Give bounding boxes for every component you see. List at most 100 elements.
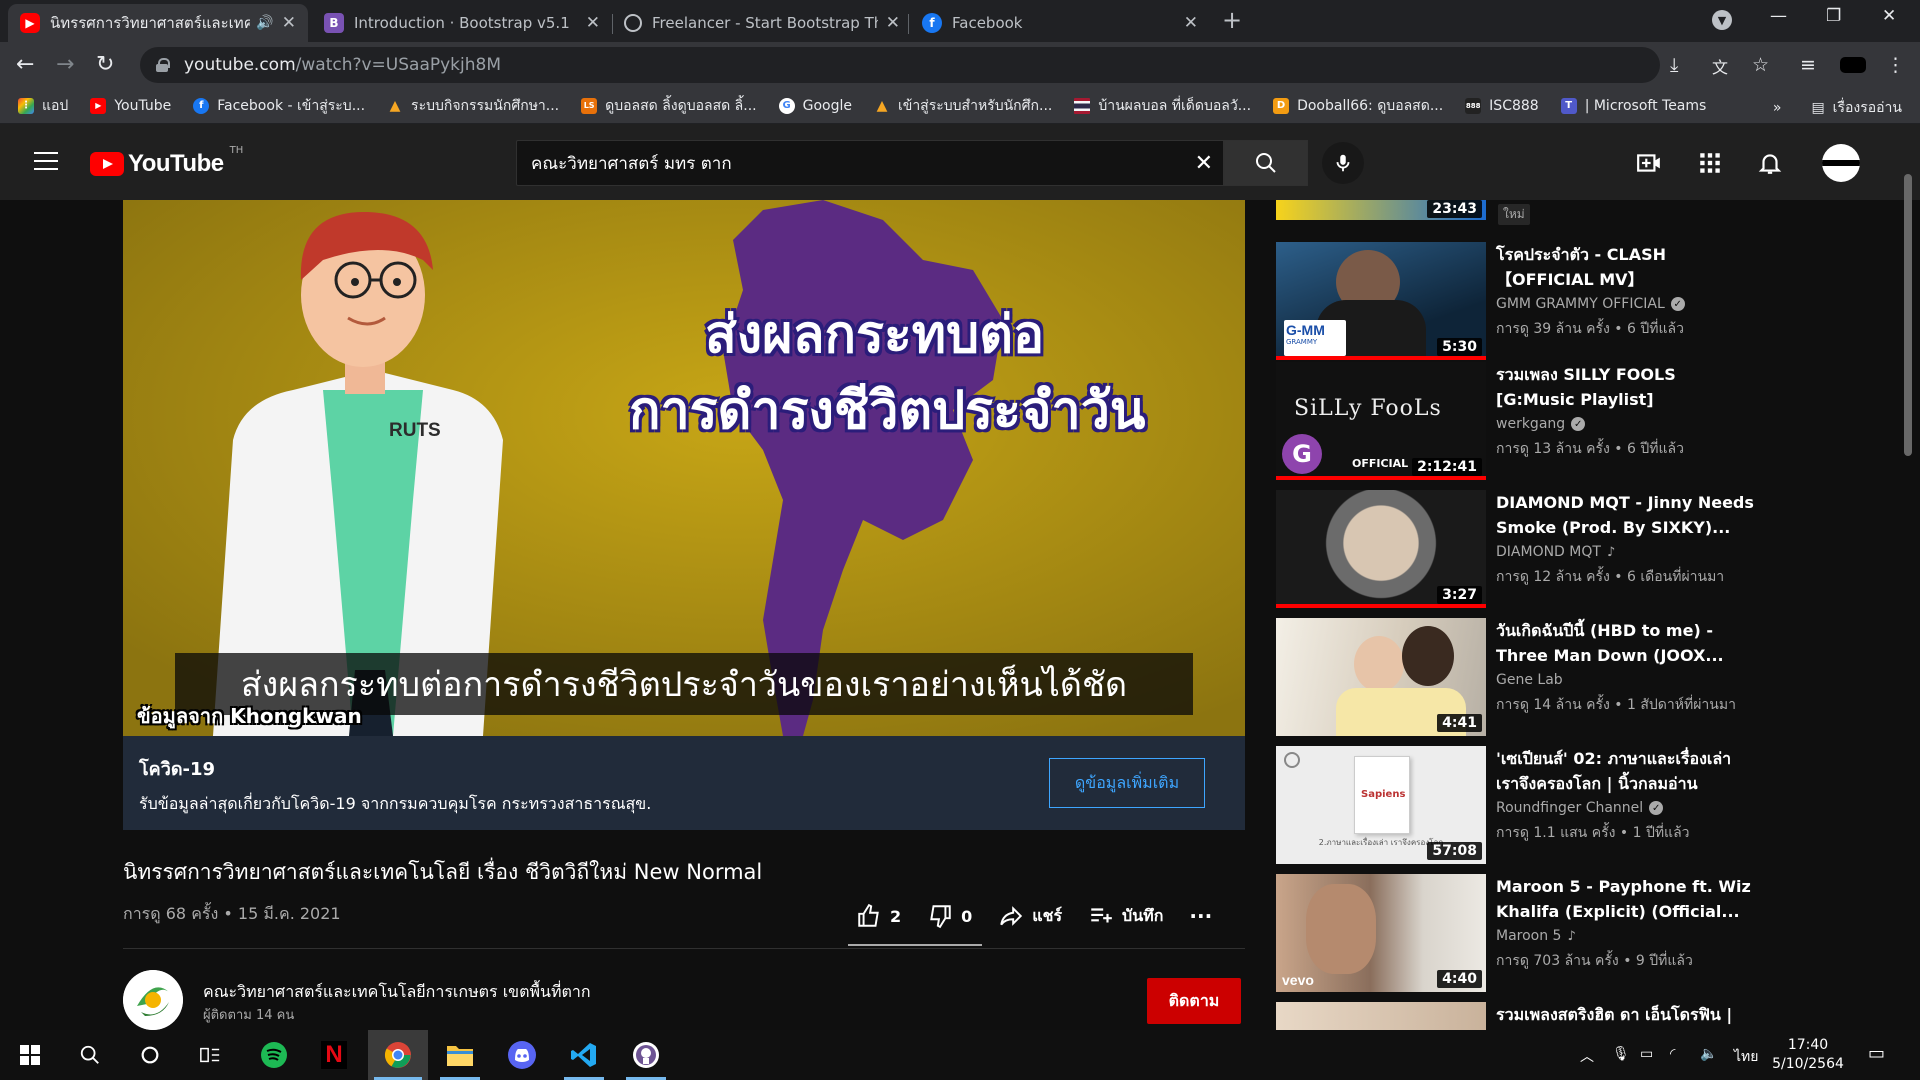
recommendation-item[interactable]: 4:41 วันเกิดฉันปีนี้ (HBD to me) - Three… — [1276, 618, 1756, 736]
clear-search-icon[interactable]: ✕ — [1195, 151, 1213, 176]
recommendation-partial-top[interactable]: 23:43 ใหม่ — [1276, 124, 1756, 225]
coat-logo: RUTS — [389, 420, 441, 441]
cortana-icon[interactable] — [124, 1030, 176, 1080]
bookmark-football-results[interactable]: บ้านผลบอล ที่เด็ดบอลวั... — [1074, 95, 1251, 117]
browser-tab-facebook[interactable]: f Facebook ✕ — [910, 4, 1210, 42]
translate-icon[interactable]: 文 — [1712, 54, 1728, 78]
show-hidden-icons-icon[interactable]: ︿ — [1580, 1046, 1594, 1066]
dislike-button[interactable]: 0 — [927, 903, 972, 929]
thai-flag-icon — [1074, 97, 1091, 114]
more-bookmarks-icon[interactable]: » — [1773, 100, 1782, 116]
github-desktop-icon[interactable] — [620, 1030, 672, 1080]
youtube-logo[interactable]: YouTube TH — [90, 145, 243, 178]
video-thumbnail: Sapiens 2.ภาษาและเรื่องเล่า เราจึงครองโล… — [1276, 746, 1486, 864]
close-tab-icon[interactable]: ✕ — [586, 13, 600, 33]
forward-arrow-icon[interactable]: → — [56, 52, 74, 77]
video-player[interactable]: RUTS ส่งผลกระทบต่อ การดำรงชีวิตประจำวัน … — [123, 200, 1245, 736]
volume-icon[interactable]: 🔈 — [1700, 1046, 1717, 1062]
verified-check-icon: ✓ — [1649, 801, 1664, 815]
audio-playing-icon[interactable]: 🔊 — [256, 15, 273, 31]
browser-tab-freelancer[interactable]: Freelancer - Start Bootstrap Theme ✕ — [612, 4, 912, 42]
bootstrap-favicon-icon: B — [324, 13, 344, 33]
profile-pill[interactable] — [1840, 57, 1866, 73]
bookmark-isc888[interactable]: 888 ISC888 — [1465, 97, 1539, 114]
install-app-icon[interactable]: ⤓ — [1670, 54, 1678, 76]
music-note-icon: ♪ — [1606, 544, 1616, 560]
input-language[interactable]: ไทย — [1734, 1046, 1758, 1068]
video-thumbnail: vevo 4:40 — [1276, 874, 1486, 992]
close-tab-icon[interactable]: ✕ — [886, 13, 900, 33]
share-button[interactable]: แชร์ — [998, 903, 1062, 929]
recommendation-title: DIAMOND MQT - Jinny Needs Smoke (Prod. B… — [1496, 493, 1754, 537]
bookmark-facebook[interactable]: f Facebook - เข้าสู่ระบ... — [193, 95, 365, 117]
spotify-icon[interactable] — [248, 1030, 300, 1080]
recommendation-views: การดู 14 ล้าน ครั้ง • 1 สัปดาห์ที่ผ่านมา — [1496, 697, 1736, 713]
recommendation-item[interactable]: 3:27 DIAMOND MQT - Jinny Needs Smoke (Pr… — [1276, 490, 1756, 608]
learn-more-button[interactable]: ดูข้อมูลเพิ่มเติม — [1049, 758, 1205, 808]
notifications-bell-icon[interactable] — [1757, 150, 1783, 176]
discord-icon[interactable] — [496, 1030, 548, 1080]
recommendation-item-partial[interactable]: รวมเพลงสตริงฮิต ดา เอ็นโดรฟิน | — [1276, 1002, 1756, 1030]
search-icon[interactable] — [64, 1030, 116, 1080]
search-input[interactable]: คณะวิทยาศาสตร์ มทร ตาก ✕ — [516, 140, 1224, 186]
browser-tab-youtube[interactable]: ▶ นิทรรศการวิทยาศาสตร์และเทคโนโลยี เรื่อ… — [8, 4, 308, 42]
chrome-taskbar-icon[interactable] — [368, 1030, 428, 1080]
system-clock[interactable]: 17:40 5/10/2564 — [1768, 1036, 1848, 1074]
bookmark-student-activity[interactable]: ▲ ระบบกิจกรรมนักศึกษา... — [387, 95, 559, 117]
bookmark-teams[interactable]: T | Microsoft Teams — [1560, 97, 1706, 114]
vevo-logo-text: vevo — [1282, 972, 1314, 988]
recommendation-channel: DIAMOND MQT ♪ — [1496, 544, 1616, 560]
verified-check-icon: ✓ — [1670, 297, 1685, 311]
page-scrollbar[interactable] — [1904, 174, 1912, 456]
like-button[interactable]: 2 — [856, 903, 901, 929]
bookmark-dooball66[interactable]: D Dooball66: ดูบอลสด... — [1273, 95, 1443, 117]
close-window-icon[interactable]: ✕ — [1882, 6, 1896, 26]
task-view-icon[interactable] — [184, 1030, 236, 1080]
close-tab-icon[interactable]: ✕ — [282, 13, 296, 33]
wifi-icon[interactable]: ◜ — [1670, 1046, 1675, 1062]
subscribe-button[interactable]: ติดตาม — [1147, 978, 1241, 1024]
reload-icon[interactable]: ↻ — [96, 52, 114, 77]
bookmark-star-icon[interactable]: ☆ — [1752, 54, 1769, 76]
media-control-icon[interactable]: ≡ — [1800, 54, 1816, 76]
restore-icon[interactable]: ❐ — [1826, 6, 1841, 26]
battery-icon[interactable]: ▭ — [1640, 1046, 1653, 1062]
tab-separator — [908, 14, 909, 34]
file-explorer-icon[interactable] — [434, 1030, 486, 1080]
tab-search-icon[interactable]: ▼ — [1712, 10, 1732, 30]
address-bar[interactable]: youtube.com/watch?v=USaaPykjh8M — [140, 47, 1660, 83]
reading-list[interactable]: » ▤ เรื่องรออ่าน — [1773, 97, 1902, 119]
thumbs-up-icon — [858, 903, 879, 927]
netflix-icon[interactable]: N — [308, 1030, 360, 1080]
bookmark-live-football[interactable]: LS ดูบอลสด ลิ้งดูบอลสด ลิ้... — [581, 95, 757, 117]
bookmark-youtube[interactable]: ▶ YouTube — [90, 97, 171, 114]
minimize-icon[interactable]: — — [1770, 6, 1787, 26]
recommendation-item[interactable]: G-MM GRAMMY 5:30 โรคประจำตัว - CLASH 【OF… — [1276, 242, 1756, 360]
browser-tab-bootstrap[interactable]: B Introduction · Bootstrap v5.1 ✕ — [312, 4, 612, 42]
new-tab-icon[interactable]: + — [1222, 6, 1242, 34]
guide-menu-icon[interactable] — [34, 152, 58, 170]
vscode-icon[interactable] — [558, 1030, 610, 1080]
browser-menu-icon[interactable]: ⋮ — [1886, 54, 1905, 76]
recommendation-item[interactable]: SiLLy FooLs G OFFICIAL 2:12:41 รวมเพลง S… — [1276, 362, 1756, 480]
back-arrow-icon[interactable]: ← — [16, 52, 34, 77]
save-button[interactable]: บันทึก — [1088, 903, 1163, 929]
sapiens-book-title: Sapiens — [1361, 789, 1406, 800]
windows-start-icon[interactable] — [4, 1030, 56, 1080]
channel-avatar[interactable] — [123, 970, 183, 1030]
facebook-favicon-icon: f — [922, 13, 942, 33]
close-tab-icon[interactable]: ✕ — [1184, 13, 1198, 33]
bookmark-student-login[interactable]: ▲ เข้าสู่ระบบสำหรับนักศึก... — [874, 95, 1053, 117]
channel-name[interactable]: คณะวิทยาศาสตร์และเทคโนโลยีการเกษตร เขตพื… — [203, 980, 591, 1005]
bookmark-apps[interactable]: ⋮ แอป — [18, 95, 68, 117]
video-view-date: การดู 68 ครั้ง • 15 มี.ค. 2021 — [123, 904, 341, 923]
microphone-tray-icon[interactable]: 🎙 — [1612, 1046, 1630, 1062]
more-actions-icon[interactable]: ··· — [1189, 904, 1212, 928]
recommendation-item[interactable]: Sapiens 2.ภาษาและเรื่องเล่า เราจึงครองโล… — [1276, 746, 1756, 864]
tab-title: Introduction · Bootstrap v5.1 — [354, 14, 570, 32]
playlist-add-icon — [1091, 908, 1112, 923]
bookmark-google[interactable]: G Google — [778, 97, 852, 114]
notification-center-icon[interactable]: ▭ — [1868, 1043, 1885, 1064]
recommendation-item[interactable]: vevo 4:40 Maroon 5 - Payphone ft. Wiz Kh… — [1276, 874, 1756, 992]
account-avatar[interactable] — [1822, 144, 1860, 182]
